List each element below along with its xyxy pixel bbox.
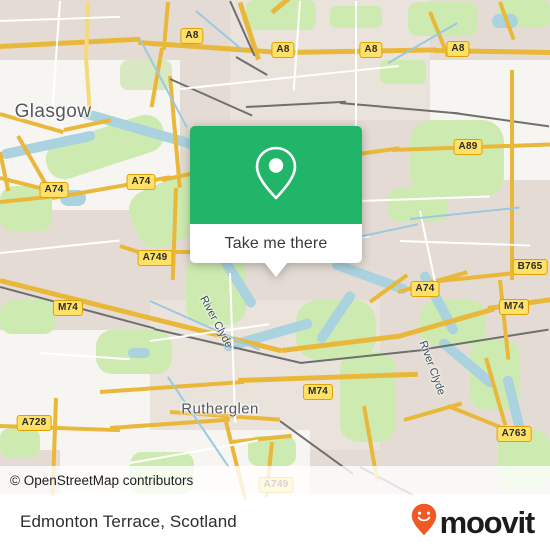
moovit-wordmark: moovit bbox=[439, 504, 536, 540]
road-shield: A8 bbox=[359, 42, 383, 58]
road-shield: M74 bbox=[52, 300, 84, 316]
road-shield: A763 bbox=[496, 426, 532, 442]
place-label: Glasgow bbox=[14, 101, 92, 122]
road-shield: A728 bbox=[16, 415, 52, 431]
road-shield: B765 bbox=[512, 259, 548, 275]
road-shield: A8 bbox=[180, 28, 204, 44]
moovit-pin-icon bbox=[411, 503, 437, 541]
callout-tail bbox=[264, 262, 288, 277]
moovit-logo[interactable]: moovit bbox=[411, 503, 550, 541]
place-label: Rutherglen bbox=[181, 400, 259, 418]
take-me-there-label: Take me there bbox=[224, 234, 328, 252]
map-screen: A8 A8 A8 A8 A89 A74 A74 A749 B765 A74 M74 M74 M74 A72… bbox=[0, 0, 550, 550]
footer-bar: A8A8A8A8A89A74A74A749B765A74M74M74M74A72… bbox=[0, 494, 550, 550]
road-shield: A89 bbox=[453, 139, 483, 155]
road-shield: A74 bbox=[126, 174, 156, 190]
osm-attribution-text[interactable]: © OpenStreetMap contributors bbox=[0, 473, 193, 488]
road-shield: A74 bbox=[410, 281, 440, 297]
road-shield: A749 bbox=[137, 250, 173, 266]
road-shield: A8 bbox=[446, 41, 470, 57]
take-me-there-callout[interactable]: Take me there bbox=[190, 126, 362, 277]
road-shield: M74 bbox=[302, 384, 334, 400]
road-shield: A8 bbox=[271, 42, 295, 58]
map-attribution-bar: © OpenStreetMap contributors bbox=[0, 466, 550, 494]
callout-icon-panel bbox=[190, 126, 362, 224]
map-viewport[interactable]: A8 A8 A8 A8 A89 A74 A74 A749 B765 A74 M74 M74 M74 A72… bbox=[0, 0, 550, 494]
callout-action-panel[interactable]: Take me there bbox=[190, 224, 362, 263]
location-pin-icon bbox=[254, 144, 298, 207]
location-title: Edmonton Terrace, Scotland bbox=[20, 512, 237, 531]
road-shield: A74 bbox=[39, 182, 69, 198]
road-shield: M74 bbox=[498, 299, 530, 315]
